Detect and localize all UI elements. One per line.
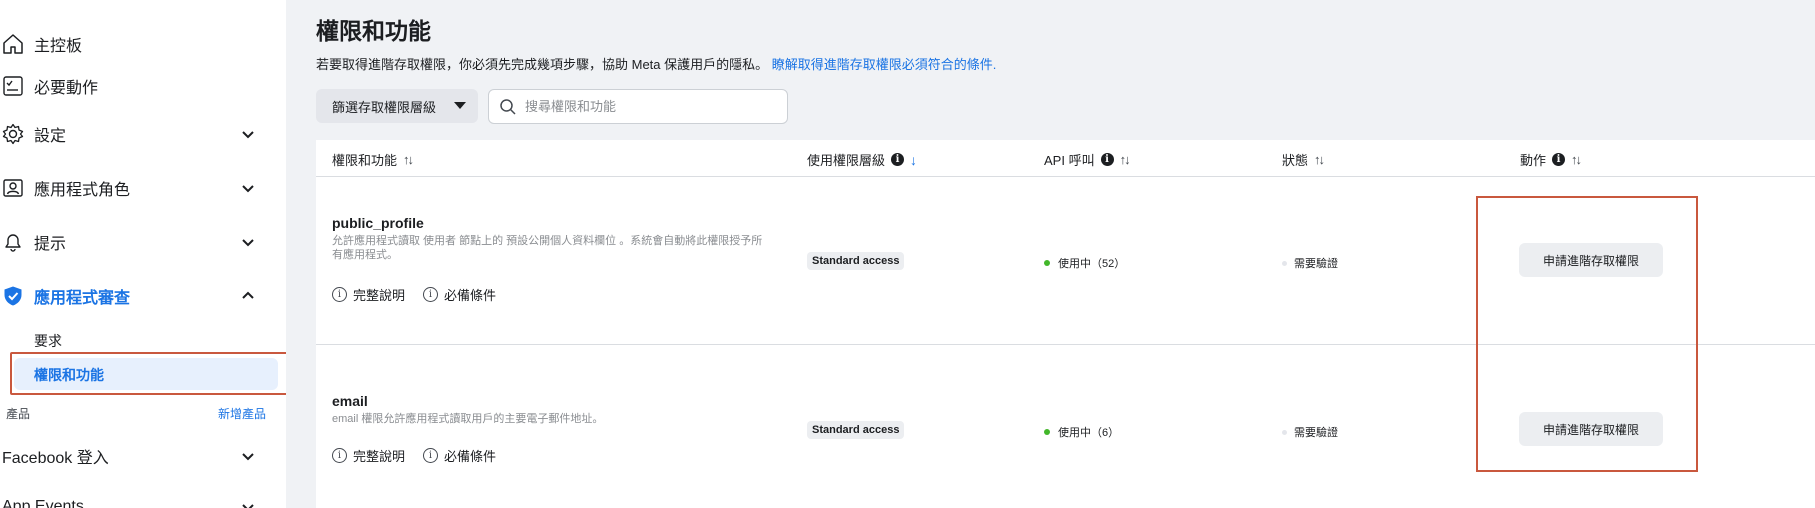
sidebar-item-label: 應用程式審查	[34, 290, 131, 307]
highlight-box	[1476, 196, 1698, 472]
chevron-down-icon	[242, 453, 254, 461]
search-icon	[500, 98, 516, 115]
filter-label: 篩選存取權限層級	[332, 99, 437, 115]
chevron-down-icon	[242, 185, 254, 193]
sidebar-item-required-actions[interactable]: 必要動作	[0, 66, 286, 106]
sidebar-item-app-events[interactable]: App Events	[0, 487, 286, 508]
info-circle-icon: i	[423, 448, 439, 463]
page-description-text: 若要取得進階存取權限，你必須先完成幾項步驟，協助 Meta 保護用戶的隱私。	[316, 57, 769, 72]
column-header-api-calls[interactable]: API 呼叫 i ↑↓	[1044, 150, 1131, 169]
status: 需要驗證	[1282, 424, 1338, 440]
user-badge-icon	[2, 177, 24, 199]
sidebar-item-label: 設定	[34, 128, 67, 145]
sidebar-subitem-requests[interactable]: 要求	[34, 331, 62, 351]
info-icon: i	[891, 153, 905, 166]
sidebar-item-app-roles[interactable]: 應用程式角色	[0, 168, 286, 208]
api-status: 使用中（6）	[1044, 424, 1119, 440]
column-header-label: API 呼叫	[1044, 153, 1095, 168]
chevron-up-icon	[242, 291, 254, 299]
api-status-text: 使用中（52）	[1058, 258, 1126, 270]
sidebar-item-label: 主控板	[34, 38, 83, 55]
info-circle-icon: i	[423, 287, 439, 302]
status-text: 需要驗證	[1294, 258, 1338, 270]
add-product-link[interactable]: 新增產品	[218, 405, 266, 422]
sidebar-item-app-review[interactable]: 應用程式審查	[0, 276, 286, 316]
info-circle-icon: i	[332, 287, 347, 302]
caret-down-icon	[454, 102, 466, 109]
info-circle-icon: i	[332, 448, 347, 463]
column-header-permission[interactable]: 權限和功能 ↑↓	[332, 150, 414, 169]
sort-desc-icon: ↓	[910, 151, 918, 168]
status-dot-icon	[1282, 429, 1287, 435]
column-header-access-level[interactable]: 使用權限層級 i ↓	[807, 150, 917, 169]
status: 需要驗證	[1282, 255, 1338, 271]
sort-icon: ↑↓	[403, 152, 414, 167]
checklist-icon	[2, 75, 24, 97]
column-header-status[interactable]: 狀態 ↑↓	[1282, 150, 1325, 169]
chevron-down-icon	[242, 239, 254, 247]
products-label: 產品	[6, 407, 31, 421]
sidebar-item-label: 必要動作	[34, 80, 99, 97]
shield-check-icon	[2, 285, 24, 307]
sort-icon: ↑↓	[1119, 152, 1131, 167]
column-header-label: 使用權限層級	[807, 153, 886, 168]
column-header-label: 權限和功能	[332, 153, 398, 168]
api-status-text: 使用中（6）	[1058, 427, 1120, 439]
full-description-link[interactable]: 完整說明	[353, 446, 405, 465]
sidebar-item-dashboard[interactable]: 主控板	[0, 24, 286, 64]
status-dot-icon	[1282, 260, 1287, 266]
column-header-label: 動作	[1520, 153, 1547, 168]
sort-icon: ↑↓	[1571, 152, 1582, 167]
permission-name: email	[332, 393, 368, 409]
permission-links: i 完整說明 i 必備條件	[332, 285, 514, 304]
column-header-label: 狀態	[1282, 153, 1309, 168]
access-level-filter-button[interactable]: 篩選存取權限層級	[316, 89, 478, 123]
permission-description: email 權限允許應用程式讀取用戶的主要電子郵件地址。	[332, 413, 604, 425]
home-icon	[2, 33, 24, 55]
info-icon: i	[1100, 153, 1114, 166]
permission-description: 允許應用程式讀取 使用者 節點上的 預設公開個人資料欄位 。系統會自動將此權限授…	[332, 235, 763, 261]
sidebar-item-alerts[interactable]: 提示	[0, 222, 286, 262]
gear-icon	[2, 123, 24, 145]
sidebar-item-settings[interactable]: 設定	[0, 114, 286, 154]
requirements-link[interactable]: 必備條件	[444, 285, 496, 304]
active-dot-icon	[1044, 429, 1050, 435]
sidebar-item-label: App Events	[2, 498, 84, 508]
active-dot-icon	[1044, 260, 1050, 266]
info-icon: i	[1552, 153, 1566, 166]
sort-icon: ↑↓	[1314, 152, 1325, 167]
requirements-link[interactable]: 瞭解取得進階存取權限必須符合的條件.	[772, 57, 997, 72]
access-level-badge: Standard access	[807, 421, 905, 439]
permission-name: public_profile	[332, 215, 424, 231]
sidebar-item-label: 提示	[34, 236, 67, 253]
highlight-box	[10, 352, 286, 395]
sidebar: 主控板 必要動作 設定 應用程式角色 提示 應用程式審查 要求 權限和功能 產品…	[0, 0, 286, 508]
column-header-action[interactable]: 動作 i ↑↓	[1520, 150, 1582, 169]
page-title: 權限和功能	[316, 18, 431, 44]
bell-icon	[2, 231, 24, 253]
access-level-badge: Standard access	[807, 252, 905, 270]
search-box[interactable]	[488, 89, 788, 124]
api-status: 使用中（52）	[1044, 255, 1125, 271]
sidebar-item-label: 應用程式角色	[34, 182, 131, 199]
status-text: 需要驗證	[1294, 427, 1338, 439]
divider	[316, 176, 1815, 177]
full-description-link[interactable]: 完整說明	[353, 285, 405, 304]
permission-links: i 完整說明 i 必備條件	[332, 446, 514, 465]
search-input[interactable]	[525, 99, 775, 114]
page-description: 若要取得進階存取權限，你必須先完成幾項步驟，協助 Meta 保護用戶的隱私。 瞭…	[316, 54, 996, 73]
requirements-link[interactable]: 必備條件	[444, 446, 496, 465]
sidebar-item-label: Facebook 登入	[2, 450, 109, 467]
chevron-down-icon	[242, 131, 254, 139]
chevron-down-icon	[242, 504, 254, 508]
sidebar-item-facebook-login[interactable]: Facebook 登入	[0, 436, 286, 476]
